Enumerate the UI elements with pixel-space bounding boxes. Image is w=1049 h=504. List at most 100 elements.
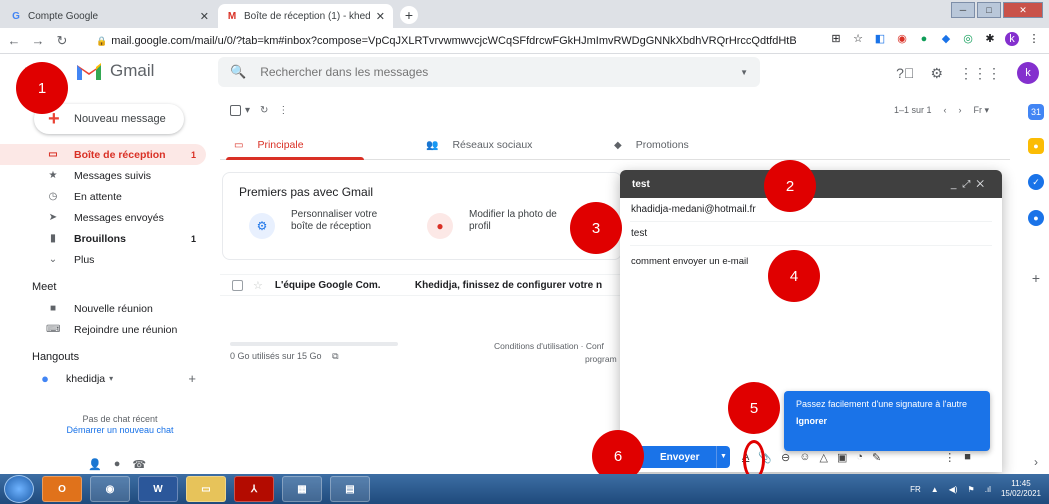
card-label: Modifier la photo de profil: [469, 209, 557, 232]
sidebar-item-sent[interactable]: ➤ Messages envoyés: [28, 207, 206, 228]
start-chat-link[interactable]: Démarrer un nouveau chat: [40, 425, 200, 436]
sidebar-item-snoozed[interactable]: ◷ En attente: [28, 186, 206, 207]
recipients-field[interactable]: khadidja-medani@hotmail.fr: [630, 198, 992, 222]
select-dropdown-icon[interactable]: ▾: [245, 105, 250, 116]
star-icon[interactable]: ☆: [253, 279, 263, 292]
link-icon[interactable]: ⊖: [781, 451, 790, 464]
compose-window-controls[interactable]: _⤢✕: [951, 179, 990, 190]
close-window-button[interactable]: ✕: [1003, 2, 1043, 18]
extension-icon[interactable]: ◆: [939, 32, 953, 46]
schedule-send-icon[interactable]: ▼: [716, 446, 730, 468]
tab-primary[interactable]: ▭ Principale: [226, 130, 363, 160]
start-button[interactable]: [4, 475, 34, 503]
more-options-icon[interactable]: ⋮: [944, 451, 955, 464]
search-input[interactable]: [260, 65, 741, 79]
translate-icon[interactable]: ⊞: [829, 32, 843, 46]
row-checkbox[interactable]: [232, 279, 243, 291]
keep-icon[interactable]: ●: [1028, 138, 1044, 154]
kebab-menu-icon[interactable]: ⋮: [1027, 32, 1041, 46]
delete-draft-icon[interactable]: ■: [964, 451, 971, 463]
extension-icon[interactable]: ◉: [895, 32, 909, 46]
refresh-icon[interactable]: ↻: [260, 105, 268, 116]
add-contact-icon[interactable]: +: [188, 371, 196, 386]
office-app-icon[interactable]: O: [42, 476, 82, 502]
tasks-icon[interactable]: ✓: [1028, 174, 1044, 190]
person-icon[interactable]: 👤: [88, 458, 102, 471]
table-row[interactable]: ☆ L'équipe Google Com. Khedidja, finisse…: [220, 274, 620, 296]
extension-icon[interactable]: ●: [917, 32, 931, 46]
image-icon[interactable]: ▣: [837, 451, 847, 464]
chevron-down-icon[interactable]: ▾: [109, 374, 113, 383]
tray-arrow-icon[interactable]: ▲: [931, 485, 939, 494]
meet-join-meeting[interactable]: ⌨ Rejoindre une réunion: [28, 319, 206, 340]
apps-grid-icon[interactable]: ⋮⋮⋮: [959, 65, 1001, 82]
calendar-icon[interactable]: 31: [1028, 104, 1044, 120]
paint-app-icon[interactable]: ▦: [282, 476, 322, 502]
subject-field[interactable]: test: [630, 222, 992, 246]
gmail-logo[interactable]: Gmail: [76, 61, 154, 81]
extension-icon[interactable]: ◧: [873, 32, 887, 46]
tab-compte-google[interactable]: G Compte Google ✕: [2, 4, 217, 28]
phone-icon[interactable]: ☎: [132, 458, 146, 471]
flag-icon[interactable]: ⚑: [968, 485, 975, 494]
volume-icon[interactable]: ◀): [949, 485, 958, 494]
chat-bubble-icon[interactable]: ●: [114, 458, 121, 471]
minimize-button[interactable]: ─: [951, 2, 975, 18]
program-link[interactable]: program: [585, 354, 617, 364]
sidebar-item-starred[interactable]: ★ Messages suivis: [28, 165, 206, 186]
emoji-icon[interactable]: ☺: [799, 451, 810, 463]
network-icon[interactable]: .ıl: [985, 485, 991, 494]
tab-promotions[interactable]: ◆ Promotions: [614, 130, 689, 160]
maximize-button[interactable]: □: [977, 2, 1001, 18]
pdf-app-icon[interactable]: ⅄: [234, 476, 274, 502]
more-actions-icon[interactable]: ⋮: [278, 105, 288, 116]
profile-avatar[interactable]: k: [1005, 32, 1019, 46]
language-indicator[interactable]: FR: [910, 485, 921, 494]
clock[interactable]: 11:45 15/02/2021: [1001, 479, 1041, 499]
confidential-icon[interactable]: ◔: [856, 451, 863, 463]
search-icon[interactable]: 🔍: [230, 64, 246, 80]
search-bar: 🔍 ▼: [218, 57, 760, 87]
change-photo-card[interactable]: ● Modifier la photo de profil: [427, 209, 569, 239]
signature-icon[interactable]: ✎: [872, 451, 881, 464]
sidebar-item-inbox[interactable]: ▭ Boîte de réception 1: [0, 144, 206, 165]
prev-page-icon[interactable]: ‹: [943, 105, 946, 115]
explorer-app-icon[interactable]: ▭: [186, 476, 226, 502]
terms-link[interactable]: Conditions d'utilisation · Conf: [494, 341, 604, 351]
puzzle-icon[interactable]: ✱: [983, 32, 997, 46]
search-options-icon[interactable]: ▼: [740, 68, 748, 77]
tooltip-dismiss-button[interactable]: Ignorer: [796, 416, 978, 427]
contacts-icon[interactable]: ●: [1028, 210, 1044, 226]
reload-icon[interactable]: ↻: [52, 33, 72, 49]
drive-icon[interactable]: △: [820, 451, 828, 464]
gmail-m-icon: [77, 63, 101, 80]
gear-icon[interactable]: ⚙: [930, 65, 943, 82]
input-tools-button[interactable]: Fr ▾: [973, 105, 989, 116]
media-app-icon[interactable]: ▤: [330, 476, 370, 502]
add-addon-icon[interactable]: +: [1028, 270, 1044, 286]
send-button[interactable]: Envoyer ▼: [638, 446, 730, 468]
tab-social[interactable]: 👥 Réseaux sociaux: [426, 130, 532, 160]
select-all-checkbox[interactable]: [230, 104, 241, 116]
expand-panel-icon[interactable]: ›: [1028, 454, 1044, 470]
new-tab-button[interactable]: +: [400, 6, 418, 24]
meet-new-meeting[interactable]: ■ Nouvelle réunion: [28, 298, 206, 319]
open-external-icon[interactable]: ⧉: [332, 351, 338, 361]
sidebar-item-more[interactable]: ⌄ Plus: [28, 249, 206, 270]
tab-gmail-inbox[interactable]: M Boîte de réception (1) - khedidja ✕: [218, 4, 393, 28]
close-tab-icon[interactable]: ✕: [376, 10, 385, 23]
word-app-icon[interactable]: W: [138, 476, 178, 502]
back-icon[interactable]: ←: [4, 33, 24, 48]
hangouts-user[interactable]: ● khedidja ▾ +: [28, 368, 206, 389]
help-icon[interactable]: ?⃝: [896, 65, 914, 81]
url-field[interactable]: 🔒 mail.google.com/mail/u/0/?tab=km#inbox…: [96, 32, 796, 50]
next-page-icon[interactable]: ›: [958, 105, 961, 115]
forward-icon[interactable]: →: [28, 33, 48, 48]
sidebar-item-drafts[interactable]: ▮ Brouillons 1: [28, 228, 206, 249]
extension-icon[interactable]: ◎: [961, 32, 975, 46]
customize-inbox-card[interactable]: ⚙ Personnaliser votre boîte de réception: [249, 209, 391, 239]
bookmark-star-icon[interactable]: ☆: [851, 32, 865, 46]
close-tab-icon[interactable]: ✕: [200, 10, 209, 23]
chrome-app-icon[interactable]: ◉: [90, 476, 130, 502]
account-avatar[interactable]: k: [1017, 62, 1039, 84]
